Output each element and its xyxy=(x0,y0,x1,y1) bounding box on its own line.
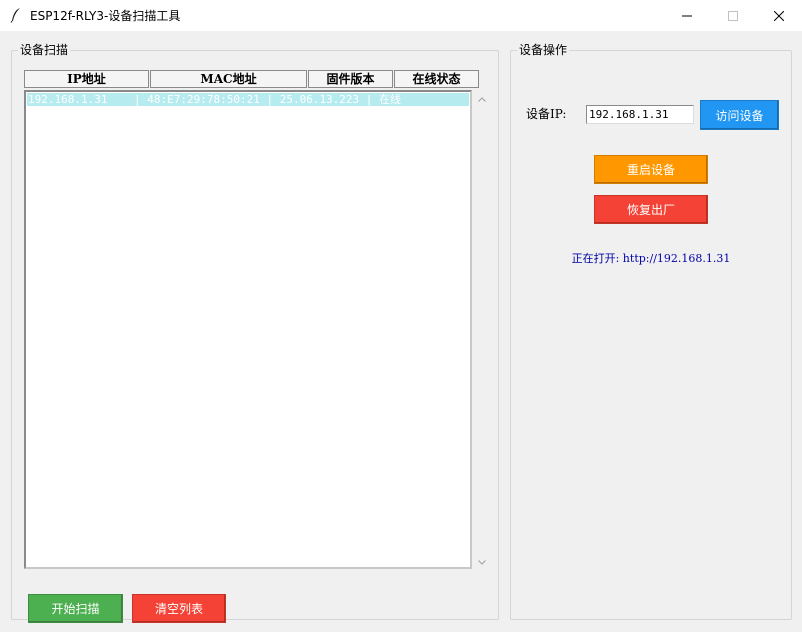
scroll-up-button[interactable] xyxy=(474,90,490,106)
scan-group: 设备扫描 IP地址 MAC地址 固件版本 在线状态 192.168.1.31 |… xyxy=(11,43,499,623)
operations-group: 设备操作 设备IP: 192.168.1.31 访问设备 重启设备 恢复出厂 正… xyxy=(510,43,792,620)
column-header-mac[interactable]: MAC地址 xyxy=(150,70,307,88)
status-message: 正在打开: http://192.168.1.31 xyxy=(571,252,731,265)
close-icon xyxy=(774,10,784,21)
table-row[interactable]: 192.168.1.31 | 48:E7:29:78:50:21 | 25.06… xyxy=(27,93,469,106)
cell-separator: | xyxy=(359,93,380,106)
feather-icon xyxy=(10,7,22,23)
list-scrollbar[interactable] xyxy=(474,90,490,569)
title-bar: ESP12f-RLY3-设备扫描工具 xyxy=(0,0,802,31)
cell-separator: | xyxy=(259,93,280,106)
minimize-icon xyxy=(682,11,692,21)
reboot-device-button[interactable]: 重启设备 xyxy=(594,155,708,184)
maximize-button[interactable] xyxy=(710,0,756,31)
clear-list-button[interactable]: 清空列表 xyxy=(132,594,226,623)
column-header-status[interactable]: 在线状态 xyxy=(394,70,479,88)
column-header-ip[interactable]: IP地址 xyxy=(24,70,149,88)
factory-reset-button[interactable]: 恢复出厂 xyxy=(594,195,708,224)
maximize-icon xyxy=(728,10,738,21)
cell-firmware: 25.06.13.223 xyxy=(279,93,360,106)
close-button[interactable] xyxy=(756,0,802,31)
device-ip-input[interactable]: 192.168.1.31 xyxy=(586,105,694,124)
cell-ip: 192.168.1.31 xyxy=(28,93,108,106)
visit-device-button[interactable]: 访问设备 xyxy=(700,100,779,130)
scan-group-label: 设备扫描 xyxy=(18,43,71,57)
cell-separator: | xyxy=(107,93,148,106)
column-header-firmware[interactable]: 固件版本 xyxy=(308,70,393,88)
operations-group-label: 设备操作 xyxy=(517,43,570,57)
start-scan-button[interactable]: 开始扫描 xyxy=(28,594,123,623)
device-list[interactable]: 192.168.1.31 | 48:E7:29:78:50:21 | 25.06… xyxy=(24,90,472,569)
chevron-down-icon xyxy=(478,554,486,568)
minimize-button[interactable] xyxy=(664,0,710,31)
scroll-down-button[interactable] xyxy=(474,553,490,569)
window-client: 设备扫描 IP地址 MAC地址 固件版本 在线状态 192.168.1.31 |… xyxy=(1,31,801,631)
cell-mac: 48:E7:29:78:50:21 xyxy=(147,93,260,106)
cell-status: 在线 xyxy=(379,93,402,106)
chevron-up-icon xyxy=(478,91,486,105)
device-ip-label: 设备IP: xyxy=(526,107,567,121)
window-title: ESP12f-RLY3-设备扫描工具 xyxy=(30,9,181,23)
